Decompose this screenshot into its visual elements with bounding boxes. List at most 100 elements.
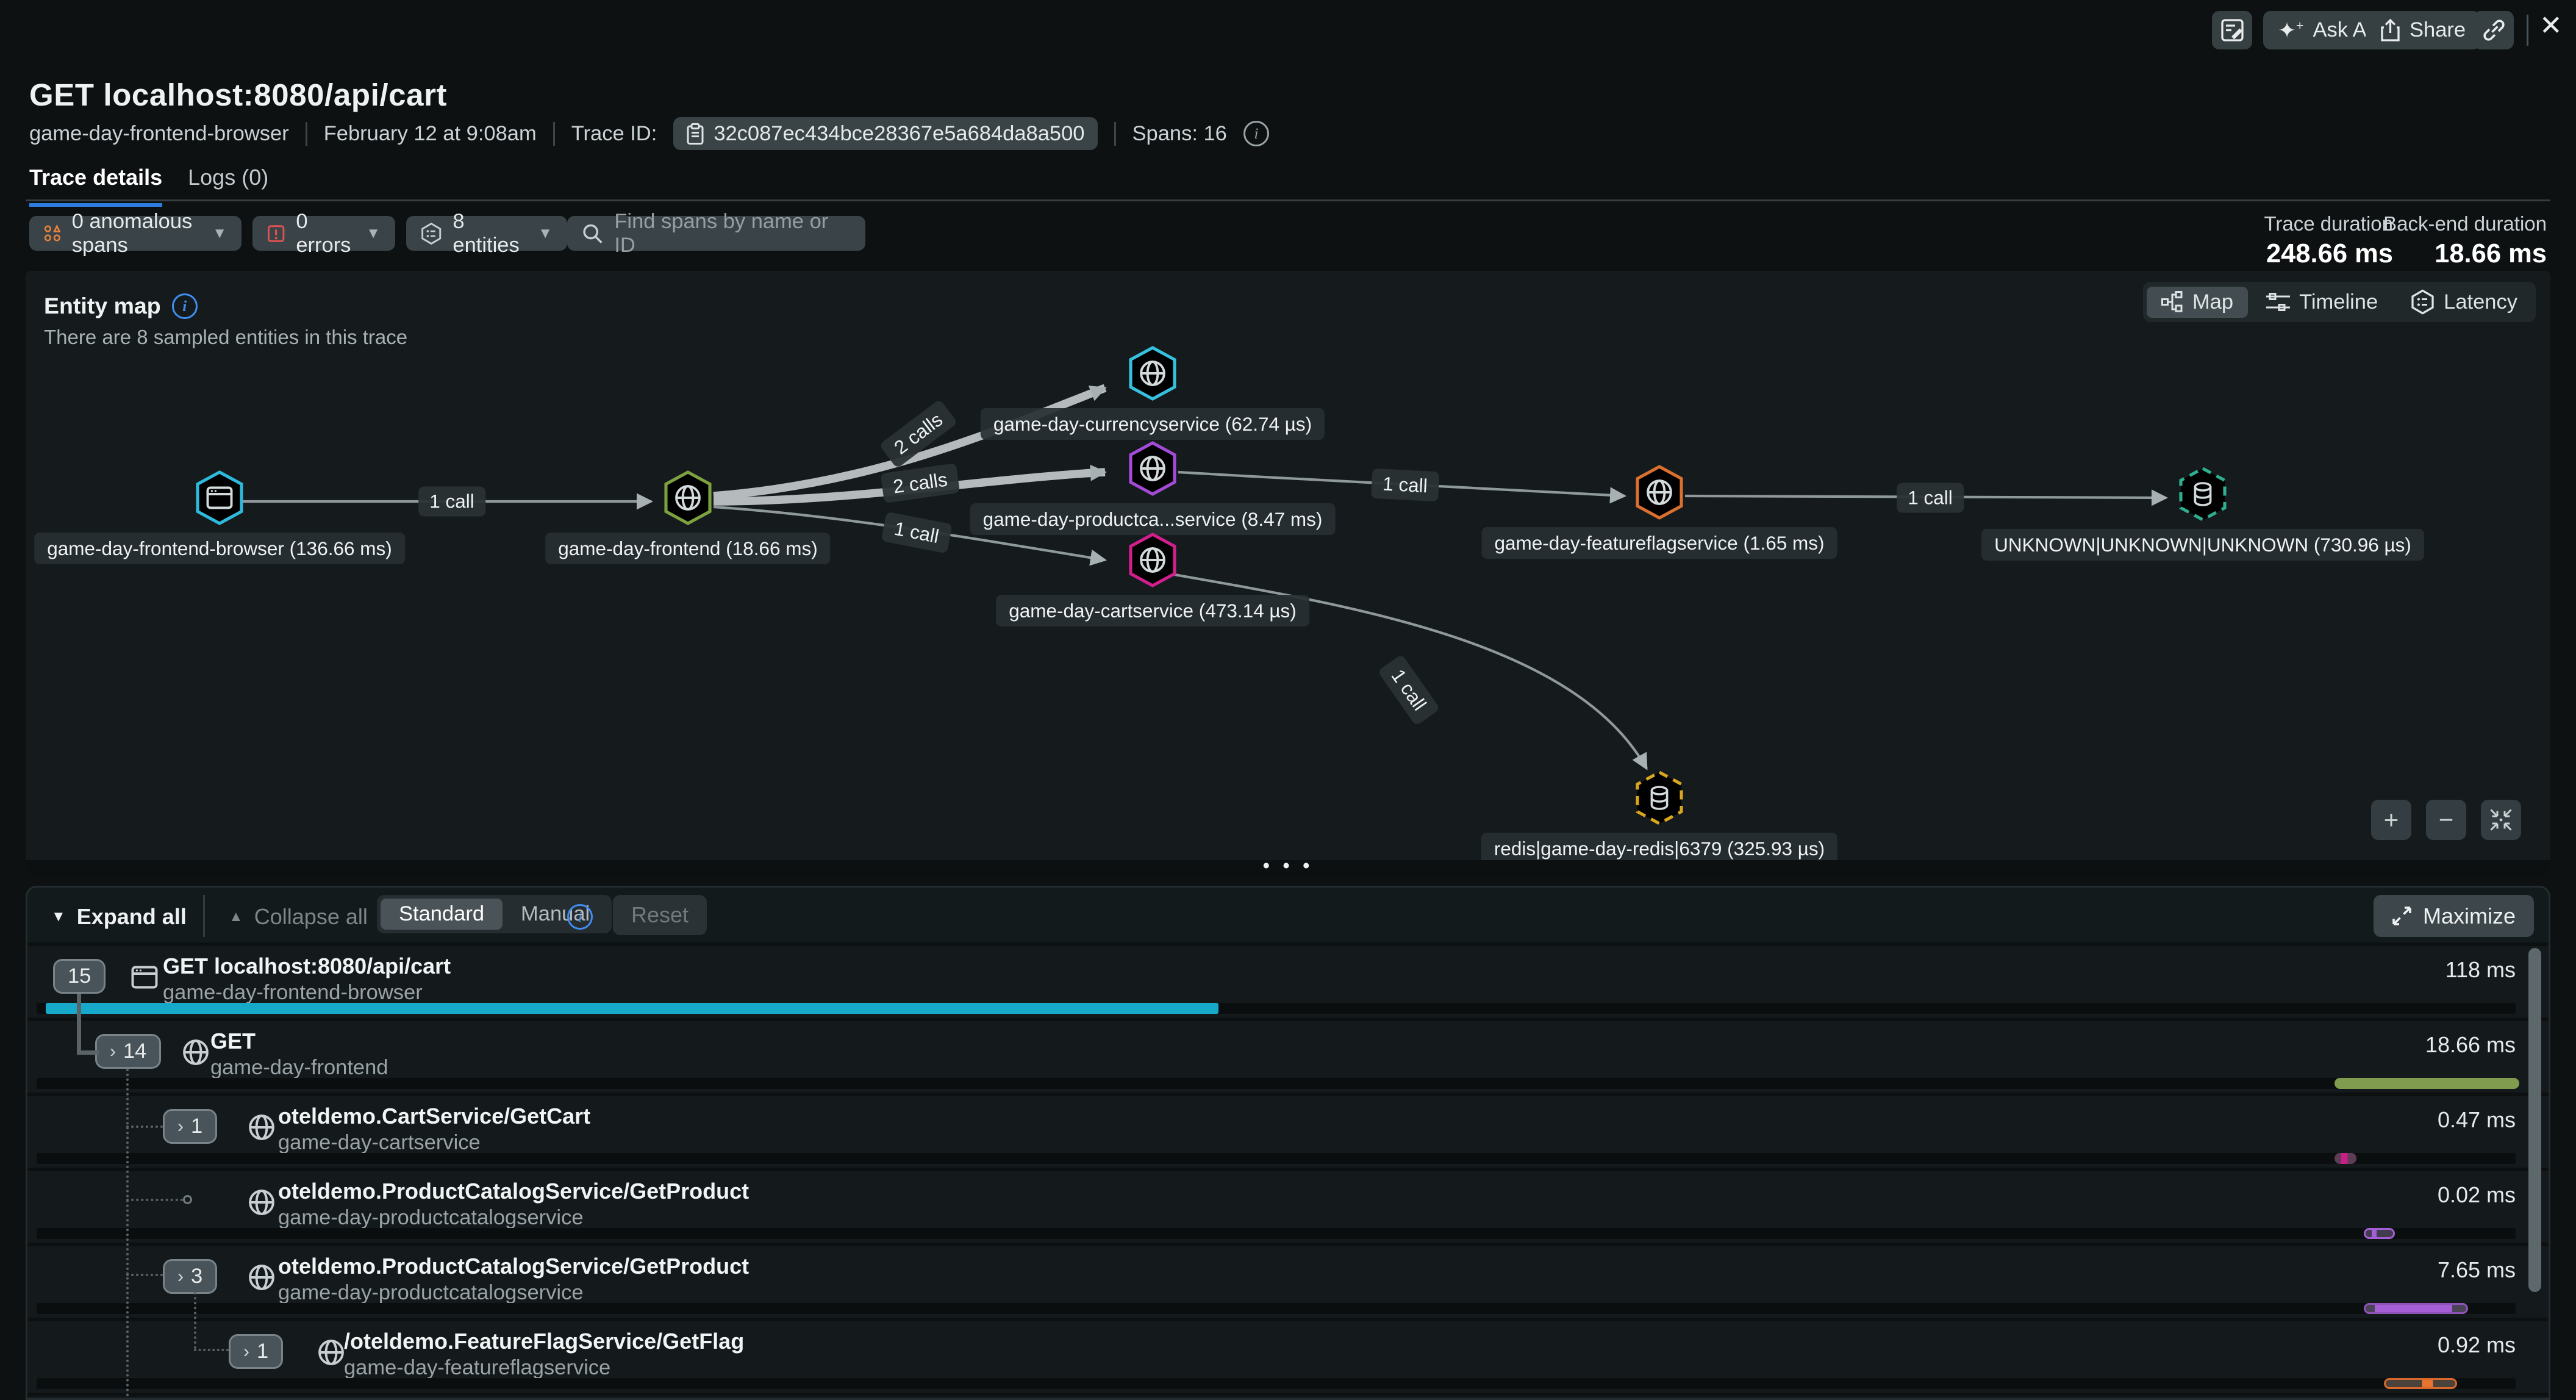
spans-info-icon[interactable]: i: [1243, 121, 1269, 146]
span-duration-bar[interactable]: [2364, 1228, 2395, 1239]
span-children-badge[interactable]: ›1: [229, 1334, 283, 1369]
tree-connector: [194, 1292, 196, 1349]
tree-connector: [126, 1125, 163, 1128]
span-duration: 118 ms: [2445, 957, 2516, 983]
share-icon: [2380, 18, 2400, 42]
span-duration: 0.47 ms: [2438, 1107, 2516, 1133]
db-icon: [1645, 783, 1674, 820]
link-icon: [2482, 18, 2506, 42]
tree-connector: [194, 1349, 229, 1351]
entity-node-game-day-frontend[interactable]: [664, 470, 712, 533]
permalink-icon-button[interactable]: [2474, 11, 2514, 49]
entity-map-panel: Entity map i There are 8 sampled entitie…: [26, 271, 2550, 877]
entity-node-game-day-productcatalogservice[interactable]: [1129, 441, 1176, 503]
globe-icon: [247, 1263, 276, 1299]
reset-button[interactable]: Reset: [613, 895, 707, 935]
tree-connector: [77, 994, 81, 1054]
meta-date: February 12 at 9:08am: [324, 122, 537, 146]
span-duration-bar[interactable]: [46, 1003, 1218, 1014]
span-row-4[interactable]: ›3 oteldemo.ProductCatalogService/GetPro…: [27, 1243, 2549, 1318]
span-row-3[interactable]: oteldemo.ProductCatalogService/GetProduc…: [27, 1168, 2549, 1243]
fit-view-icon: [2490, 809, 2512, 831]
trace-duration: Trace duration 248.66 ms: [2264, 212, 2393, 269]
tree-connector: [77, 1050, 99, 1055]
span-children-badge[interactable]: ›3: [163, 1259, 217, 1294]
span-duration-bar[interactable]: [2364, 1303, 2468, 1314]
notes-icon-button[interactable]: [2212, 11, 2252, 49]
mode-info-icon[interactable]: i: [567, 904, 593, 930]
maximize-button[interactable]: Maximize: [2374, 895, 2534, 937]
entity-node-redis-game-day-redis[interactable]: [1636, 770, 1683, 833]
globe-icon: [1645, 478, 1674, 507]
sparkle-icon: ✦+: [2278, 18, 2303, 43]
anomalous-spans-icon: [44, 221, 61, 245]
span-duration: 18.66 ms: [2425, 1032, 2516, 1058]
globe-icon: [1138, 454, 1167, 490]
span-duration-bar[interactable]: [2334, 1153, 2356, 1164]
entity-node-game-day-currencyservice[interactable]: [1129, 346, 1176, 408]
entity-node-label: game-day-frontend-browser (136.66 ms): [34, 533, 405, 564]
zoom-in-button[interactable]: +: [2371, 800, 2411, 840]
errors-filter[interactable]: 0 errors ▼: [252, 216, 395, 251]
span-children-badge[interactable]: 15: [53, 959, 106, 994]
mode-standard[interactable]: Standard: [381, 899, 503, 930]
span-service: game-day-featureflagservice: [344, 1356, 610, 1380]
entity-map-edges: [26, 271, 2550, 860]
vertical-scrollbar[interactable]: [2528, 948, 2541, 1292]
span-name: oteldemo.CartService/GetCart: [278, 1104, 590, 1129]
database-icon: [2188, 479, 2217, 509]
span-duration: 7.65 ms: [2438, 1257, 2516, 1283]
span-row-5[interactable]: ›1 /oteldemo.FeatureFlagService/GetFlagg…: [27, 1318, 2549, 1393]
browser-icon: [205, 483, 234, 512]
tabs-rule: [26, 199, 2550, 201]
panel-resize-handle[interactable]: • • •: [26, 860, 2550, 877]
span-row-partial[interactable]: [27, 1393, 2549, 1400]
globe-icon: [1138, 545, 1167, 582]
backend-duration: Back-end duration 18.66 ms: [2383, 212, 2547, 269]
entity-map-canvas[interactable]: 1 call2 calls2 calls1 call1 call1 call1 …: [26, 271, 2550, 860]
collapse-all-button[interactable]: ▲ Collapse all: [229, 897, 368, 937]
chevron-right-icon: ›: [110, 1041, 116, 1062]
entity-node-label: game-day-frontend (18.66 ms): [545, 533, 830, 564]
search-placeholder: Find spans by name or ID: [614, 210, 851, 257]
span-duration-bar[interactable]: [2384, 1378, 2457, 1389]
entity-node-label: game-day-currencyservice (62.74 µs): [981, 408, 1325, 440]
waterfall-panel: ▼ Expand all ▲ Collapse all Standard Man…: [26, 886, 2550, 1400]
entities-filter[interactable]: 8 entities ▼: [406, 216, 567, 251]
entity-node-label: game-day-productca...service (8.47 ms): [970, 503, 1336, 535]
leaf-node-dot: [183, 1195, 192, 1204]
globe-icon: [247, 1263, 276, 1292]
span-service: game-day-cartservice: [278, 1131, 481, 1155]
zoom-out-button[interactable]: −: [2426, 800, 2466, 840]
anomalous-spans-filter[interactable]: 0 anomalous spans ▼: [29, 216, 242, 251]
chevron-down-icon: ▼: [538, 225, 553, 242]
span-row-2[interactable]: ›1 oteldemo.CartService/GetCartgame-day-…: [27, 1093, 2549, 1168]
share-button[interactable]: Share: [2366, 11, 2480, 49]
entity-node-game-day-cartservice[interactable]: [1129, 533, 1176, 595]
page-title: GET localhost:8080/api/cart: [29, 77, 447, 113]
span-timeline-track: [37, 1303, 2516, 1314]
trace-id-pill[interactable]: 32c087ec434bce28367e5a684da8a500: [673, 117, 1097, 150]
span-service: game-day-frontend-browser: [163, 981, 423, 1005]
entity-node-unknown-datastore[interactable]: [2179, 467, 2227, 529]
span-children-badge[interactable]: ›14: [95, 1034, 161, 1069]
trace-id-value: 32c087ec434bce28367e5a684da8a500: [714, 122, 1084, 146]
span-row-0[interactable]: 15 GET localhost:8080/api/cartgame-day-f…: [27, 942, 2549, 1018]
span-children-badge[interactable]: ›1: [163, 1109, 217, 1144]
chevron-down-icon: ▼: [366, 225, 381, 242]
span-search-input[interactable]: Find spans by name or ID: [567, 216, 865, 251]
chevron-down-icon: ▼: [212, 225, 227, 242]
edge-call-count-label: 1 call: [1371, 468, 1439, 502]
span-duration-bar[interactable]: [2334, 1078, 2519, 1089]
tree-connector: [126, 1199, 183, 1201]
expand-all-button[interactable]: ▼ Expand all: [51, 897, 187, 937]
span-name: GET: [210, 1028, 256, 1054]
zoom-fit-button[interactable]: [2481, 800, 2521, 840]
globe-icon: [317, 1338, 346, 1367]
span-row-1[interactable]: ›14 GETgame-day-frontend18.66 ms: [27, 1018, 2549, 1093]
close-icon[interactable]: ✕: [2539, 9, 2563, 41]
entity-node-game-day-featureflagservice[interactable]: [1636, 465, 1683, 527]
span-duration: 0.92 ms: [2438, 1332, 2516, 1358]
database-icon: [1645, 783, 1674, 813]
entity-node-game-day-frontend-browser[interactable]: [196, 470, 243, 533]
